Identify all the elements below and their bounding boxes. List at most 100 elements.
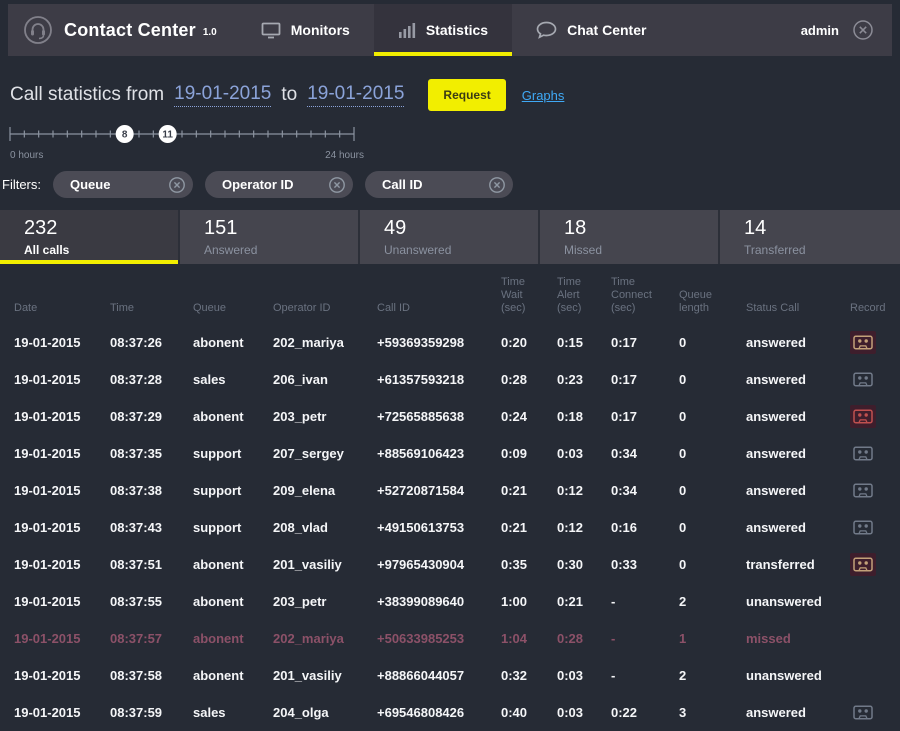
record-playback-icon[interactable] bbox=[850, 701, 876, 724]
slider-handle-high[interactable]: 11 bbox=[159, 125, 177, 143]
cell-status: answered bbox=[732, 705, 836, 720]
cell-connect: - bbox=[597, 631, 665, 646]
cell-alert: 0:28 bbox=[543, 631, 597, 646]
cell-operator: 202_mariya bbox=[259, 631, 363, 646]
record-playback-icon[interactable] bbox=[850, 479, 876, 502]
username-label: admin bbox=[801, 23, 839, 38]
table-header-row: DateTimeQueueOperator IDCall IDTime Wait… bbox=[0, 266, 900, 324]
calls-table: DateTimeQueueOperator IDCall IDTime Wait… bbox=[0, 266, 900, 731]
cell-queue_len: 0 bbox=[665, 446, 732, 461]
slider-min-label: 0 hours bbox=[10, 150, 43, 161]
column-header-call-id: Call ID bbox=[363, 302, 487, 315]
cell-wait: 0:21 bbox=[487, 483, 543, 498]
filter-chip-operator-id[interactable]: Operator ID bbox=[205, 171, 353, 198]
table-row: 19-01-201508:37:51abonent201_vasiliy+979… bbox=[0, 546, 900, 583]
summary-card-unanswered[interactable]: 49Unanswered bbox=[360, 210, 540, 264]
record-playback-icon[interactable] bbox=[850, 516, 876, 539]
cell-queue: sales bbox=[179, 705, 259, 720]
slider-track[interactable]: 8 11 bbox=[2, 123, 370, 147]
date-to-picker[interactable]: 19-01-2015 bbox=[307, 83, 404, 107]
monitor-icon bbox=[261, 22, 281, 39]
cell-wait: 1:04 bbox=[487, 631, 543, 646]
cell-call_id: +52720871584 bbox=[363, 483, 487, 498]
column-header-time-alert: Time Alert (sec) bbox=[543, 276, 597, 315]
record-playback-icon[interactable] bbox=[850, 368, 876, 391]
headset-logo-icon bbox=[22, 14, 54, 46]
cell-record bbox=[836, 331, 900, 354]
record-playback-icon[interactable] bbox=[850, 331, 876, 354]
tab-chat-center[interactable]: Chat Center bbox=[512, 4, 670, 56]
filter-chip-queue[interactable]: Queue bbox=[53, 171, 193, 198]
table-row: 19-01-201508:37:38support209_elena+52720… bbox=[0, 472, 900, 509]
cell-connect: 0:17 bbox=[597, 335, 665, 350]
table-body: 19-01-201508:37:26abonent202_mariya+5936… bbox=[0, 324, 900, 731]
cell-time: 08:37:28 bbox=[96, 372, 179, 387]
cell-operator: 204_olga bbox=[259, 705, 363, 720]
cell-status: answered bbox=[732, 520, 836, 535]
cell-call_id: +72565885638 bbox=[363, 409, 487, 424]
filter-chip-label: Call ID bbox=[382, 177, 422, 192]
header-text-to: to bbox=[281, 84, 297, 106]
summary-label: Answered bbox=[204, 243, 358, 257]
cell-operator: 209_elena bbox=[259, 483, 363, 498]
record-playback-icon[interactable] bbox=[850, 553, 876, 576]
cell-wait: 0:09 bbox=[487, 446, 543, 461]
record-playback-icon[interactable] bbox=[850, 405, 876, 428]
remove-filter-icon[interactable] bbox=[168, 176, 186, 194]
filters-bar: Filters: QueueOperator IDCall ID bbox=[2, 171, 900, 198]
cell-alert: 0:18 bbox=[543, 409, 597, 424]
cell-operator: 203_petr bbox=[259, 594, 363, 609]
logout-icon[interactable] bbox=[852, 19, 874, 41]
cell-time: 08:37:59 bbox=[96, 705, 179, 720]
table-row: 19-01-201508:37:35support207_sergey+8856… bbox=[0, 435, 900, 472]
cell-queue: support bbox=[179, 483, 259, 498]
cell-queue_len: 3 bbox=[665, 705, 732, 720]
cell-queue: abonent bbox=[179, 594, 259, 609]
cell-queue_len: 2 bbox=[665, 668, 732, 683]
cell-call_id: +88866044057 bbox=[363, 668, 487, 683]
summary-value: 232 bbox=[24, 217, 178, 240]
cell-date: 19-01-2015 bbox=[0, 520, 96, 535]
slider-handle-low[interactable]: 8 bbox=[116, 125, 134, 143]
summary-card-answered[interactable]: 151 Answered bbox=[180, 210, 360, 264]
cell-alert: 0:12 bbox=[543, 483, 597, 498]
column-header-date: Date bbox=[0, 302, 96, 315]
cell-date: 19-01-2015 bbox=[0, 705, 96, 720]
cell-record bbox=[836, 516, 900, 539]
cell-time: 08:37:57 bbox=[96, 631, 179, 646]
table-row: 19-01-201508:37:43support208_vlad+491506… bbox=[0, 509, 900, 546]
cell-time: 08:37:38 bbox=[96, 483, 179, 498]
summary-card-all-calls[interactable]: 232All calls bbox=[0, 210, 180, 264]
summary-card-missed[interactable]: 18Missed bbox=[540, 210, 720, 264]
cell-operator: 202_mariya bbox=[259, 335, 363, 350]
cell-connect: 0:34 bbox=[597, 446, 665, 461]
cell-call_id: +97965430904 bbox=[363, 557, 487, 572]
filter-chip-call-id[interactable]: Call ID bbox=[365, 171, 513, 198]
remove-filter-icon[interactable] bbox=[488, 176, 506, 194]
table-row: 19-01-201508:37:29abonent203_petr+725658… bbox=[0, 398, 900, 435]
graphs-link[interactable]: Graphs bbox=[522, 88, 565, 103]
tab-statistics[interactable]: Statistics bbox=[374, 4, 512, 56]
cell-connect: 0:16 bbox=[597, 520, 665, 535]
column-header-time: Time bbox=[96, 302, 179, 315]
request-button[interactable]: Request bbox=[428, 79, 505, 111]
cell-alert: 0:12 bbox=[543, 520, 597, 535]
cell-time: 08:37:55 bbox=[96, 594, 179, 609]
summary-cards: 232All calls 151 Answered49Unanswered18Mis… bbox=[0, 210, 900, 264]
date-from-picker[interactable]: 19-01-2015 bbox=[174, 83, 271, 107]
cell-call_id: +88569106423 bbox=[363, 446, 487, 461]
tab-monitors[interactable]: Monitors bbox=[237, 4, 374, 56]
remove-filter-icon[interactable] bbox=[328, 176, 346, 194]
cell-queue: abonent bbox=[179, 631, 259, 646]
cell-wait: 0:35 bbox=[487, 557, 543, 572]
summary-card-transferred[interactable]: 14Transferred bbox=[720, 210, 900, 264]
summary-value: 18 bbox=[564, 217, 718, 240]
time-range-slider[interactable]: 811 0 hours 24 hours bbox=[2, 123, 370, 161]
cell-queue: abonent bbox=[179, 668, 259, 683]
table-row: 19-01-201508:37:58abonent201_vasiliy+888… bbox=[0, 657, 900, 694]
record-playback-icon[interactable] bbox=[850, 442, 876, 465]
filter-chip-label: Operator ID bbox=[222, 177, 294, 192]
chat-icon bbox=[536, 21, 557, 39]
summary-value: 151 bbox=[204, 217, 358, 240]
cell-call_id: +69546808426 bbox=[363, 705, 487, 720]
